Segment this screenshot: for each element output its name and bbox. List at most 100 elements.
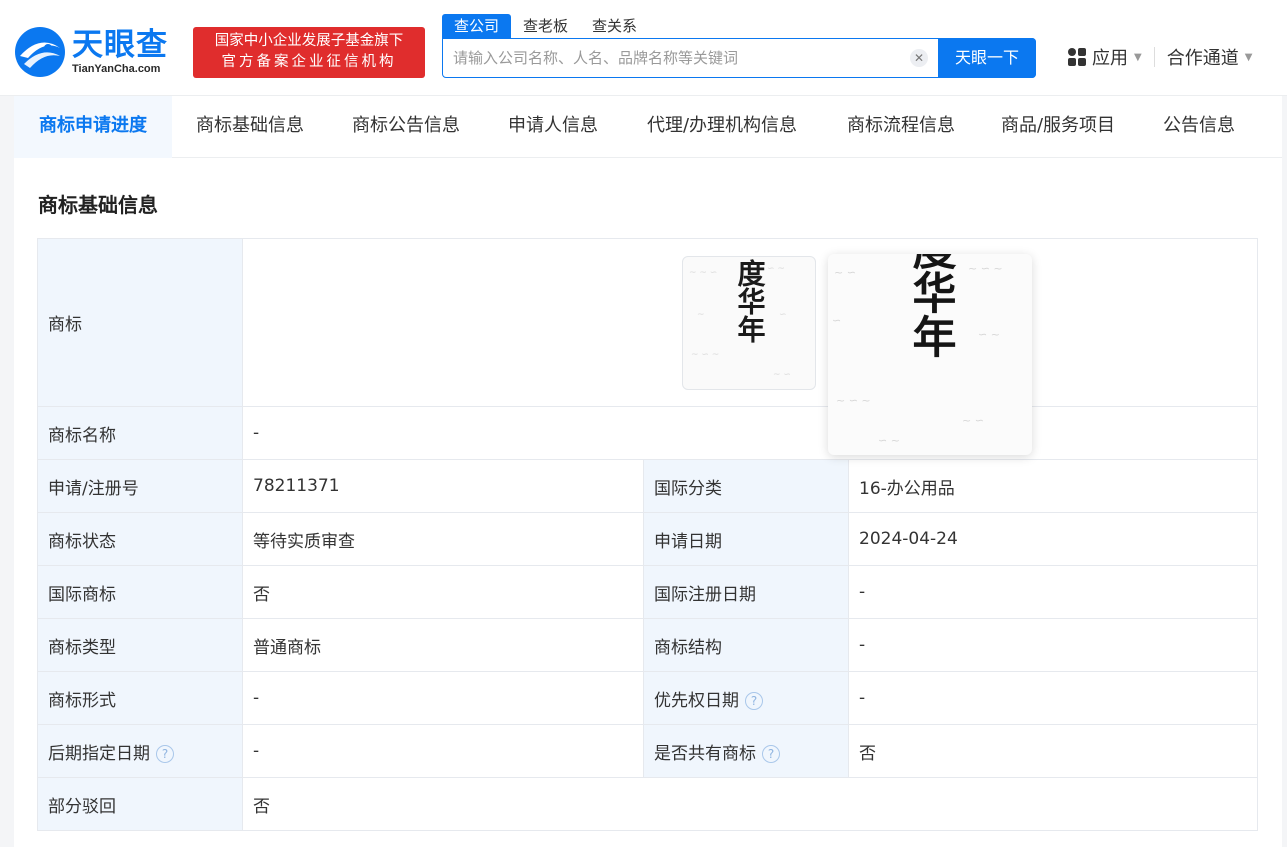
tab-notice-info[interactable]: 公告信息 — [1136, 96, 1262, 158]
reg-no-label: 申请/注册号 — [37, 459, 243, 513]
nav-divider — [1153, 47, 1155, 67]
table-row: 商标类型 普通商标 商标结构 - — [37, 618, 1258, 672]
apply-date-label: 申请日期 — [643, 512, 849, 566]
trademark-calligraphy-image: ~ ~ ∽ ∽ ~ ~ ∽ ~ ~ ∽ ∽ ~ 度华年 — [689, 259, 791, 380]
apply-date-value: 2024-04-24 — [848, 512, 1258, 566]
priority-date-label: 优先权日期 — [654, 690, 739, 711]
shared-trademark-label: 是否共有商标 — [654, 743, 756, 764]
tab-application-progress[interactable]: 商标申请进度 — [14, 96, 172, 158]
intl-class-label: 国际分类 — [643, 459, 849, 513]
intl-trademark-label: 国际商标 — [37, 565, 243, 619]
svg-text:~ ∽: ~ ∽ — [834, 266, 856, 279]
shared-trademark-value: 否 — [848, 724, 1258, 778]
table-row: 申请/注册号 78211371 国际分类 16-办公用品 — [37, 459, 1258, 513]
later-designation-value: - — [242, 724, 644, 778]
apps-menu[interactable]: 应用 ▼ — [1068, 44, 1142, 70]
tab-basic-info[interactable]: 商标基础信息 — [172, 96, 328, 158]
logo-title: 天眼查 — [72, 27, 168, 63]
search-button[interactable]: 天眼一下 — [938, 38, 1036, 78]
status-label: 商标状态 — [37, 512, 243, 566]
partial-reject-value: 否 — [242, 777, 1258, 831]
logo-domain: TianYanCha.com — [72, 63, 161, 75]
section-title: 商标基础信息 — [38, 193, 158, 217]
top-header: 天眼查 TianYanCha.com 国家中小企业发展子基金旗下 官方备案企业征… — [0, 0, 1287, 96]
help-icon[interactable]: ? — [156, 744, 174, 763]
table-row: 后期指定日期? - 是否共有商标? 否 — [37, 724, 1258, 778]
svg-text:∽ ~: ∽ ~ — [878, 434, 900, 447]
search-tab-relation[interactable]: 查关系 — [580, 14, 649, 38]
trademark-type-label: 商标类型 — [37, 618, 243, 672]
search-tab-boss[interactable]: 查老板 — [511, 14, 580, 38]
trademark-label: 商标 — [37, 238, 243, 407]
partial-reject-label: 部分驳回 — [37, 777, 243, 831]
trademark-info-table: 商标 商标名称 - 申请/注册号 78211371 国际分类 16-办公用品 商… — [37, 238, 1258, 831]
trademark-image-preview: ~ ∽ ~ ∽ ~ ∽ ∽ ~ ~ ∽ ~ ~ ∽ ∽ ~ 度华年 — [828, 254, 1032, 455]
priority-date-value: - — [848, 671, 1258, 725]
svg-text:∽: ∽ — [832, 314, 841, 327]
svg-text:~ ∽ ~: ~ ∽ ~ — [968, 262, 1003, 275]
svg-text:~ ∽ ~: ~ ∽ ~ — [836, 394, 871, 407]
trademark-image-thumbnail[interactable]: ~ ~ ∽ ∽ ~ ~ ∽ ~ ~ ∽ ∽ ~ 度华年 — [682, 256, 816, 390]
trademark-name-value: - — [242, 406, 1258, 460]
svg-text:∽ ~: ∽ ~ — [978, 328, 1000, 341]
gov-badge[interactable]: 国家中小企业发展子基金旗下 官方备案企业征信机构 — [193, 27, 425, 78]
partner-menu-label: 合作通道 — [1166, 48, 1239, 69]
tab-agency-info[interactable]: 代理/办理机构信息 — [622, 96, 822, 158]
intl-trademark-value: 否 — [242, 565, 644, 619]
clear-search-icon[interactable]: ✕ — [910, 49, 928, 67]
shared-trademark-label-cell: 是否共有商标? — [643, 724, 849, 778]
search-box: ✕ 天眼一下 — [442, 38, 1036, 78]
trademark-form-label: 商标形式 — [37, 671, 243, 725]
tianyancha-logo[interactable]: 天眼查 TianYanCha.com — [14, 26, 168, 78]
svg-text:∽ ~: ∽ ~ — [767, 264, 785, 274]
intl-class-value: 16-办公用品 — [848, 459, 1258, 513]
tab-applicant-info[interactable]: 申请人信息 — [484, 96, 622, 158]
help-icon[interactable]: ? — [745, 691, 763, 710]
apps-menu-label: 应用 — [1092, 48, 1128, 69]
search-tab-company[interactable]: 查公司 — [442, 14, 512, 38]
svg-text:~ ~ ∽: ~ ~ ∽ — [689, 268, 717, 278]
trademark-type-value: 普通商标 — [242, 618, 644, 672]
priority-date-label-cell: 优先权日期? — [643, 671, 849, 725]
svg-text:~ ∽: ~ ∽ — [962, 414, 984, 427]
later-designation-label-cell: 后期指定日期? — [37, 724, 243, 778]
tab-process-info[interactable]: 商标流程信息 — [822, 96, 980, 158]
svg-text:∽: ∽ — [779, 310, 787, 320]
tab-goods-services[interactable]: 商品/服务项目 — [980, 96, 1136, 158]
logo-eye-icon — [14, 26, 66, 78]
partner-menu[interactable]: 合作通道 ▼ — [1167, 44, 1253, 70]
apps-grid-icon — [1068, 48, 1086, 66]
table-row: 商标状态 等待实质审查 申请日期 2024-04-24 — [37, 512, 1258, 566]
intl-reg-date-value: - — [848, 565, 1258, 619]
trademark-structure-value: - — [848, 618, 1258, 672]
search-type-tabs: 查公司 查老板 查关系 — [442, 14, 649, 38]
trademark-structure-label: 商标结构 — [643, 618, 849, 672]
table-row: 商标名称 - — [37, 406, 1258, 460]
trademark-name-label: 商标名称 — [37, 406, 243, 460]
table-row: 部分驳回 否 — [37, 777, 1258, 831]
chevron-down-icon: ▼ — [1244, 51, 1253, 63]
header-nav: 应用 ▼ 合作通道 ▼ — [1068, 44, 1252, 70]
trademark-glyph: 度华年 — [905, 254, 957, 358]
svg-text:~: ~ — [697, 310, 705, 320]
table-row: 国际商标 否 国际注册日期 - — [37, 565, 1258, 619]
chevron-down-icon: ▼ — [1134, 51, 1142, 63]
status-value: 等待实质审查 — [242, 512, 644, 566]
table-row: 商标形式 - 优先权日期? - — [37, 671, 1258, 725]
help-icon[interactable]: ? — [762, 744, 780, 763]
trademark-form-value: - — [242, 671, 644, 725]
trademark-detail-card: 商标申请进度 商标基础信息 商标公告信息 申请人信息 代理/办理机构信息 商标流… — [14, 96, 1282, 847]
trademark-glyph: 度华年 — [734, 259, 767, 343]
search-input[interactable] — [453, 47, 893, 69]
svg-text:~ ∽ ~: ~ ∽ ~ — [691, 350, 719, 360]
later-designation-label: 后期指定日期 — [48, 743, 150, 764]
reg-no-value: 78211371 — [242, 459, 644, 513]
svg-text:~ ∽: ~ ∽ — [773, 370, 791, 380]
intl-reg-date-label: 国际注册日期 — [643, 565, 849, 619]
table-row: 商标 — [37, 238, 1258, 407]
gov-badge-line2: 官方备案企业征信机构 — [221, 54, 397, 70]
trademark-calligraphy-image: ~ ∽ ~ ∽ ~ ∽ ∽ ~ ~ ∽ ~ ~ ∽ ∽ ~ 度华年 — [832, 254, 1003, 447]
detail-tabs: 商标申请进度 商标基础信息 商标公告信息 申请人信息 代理/办理机构信息 商标流… — [14, 96, 1282, 158]
tab-announcement-info[interactable]: 商标公告信息 — [328, 96, 484, 158]
gov-badge-line1: 国家中小企业发展子基金旗下 — [214, 33, 404, 49]
